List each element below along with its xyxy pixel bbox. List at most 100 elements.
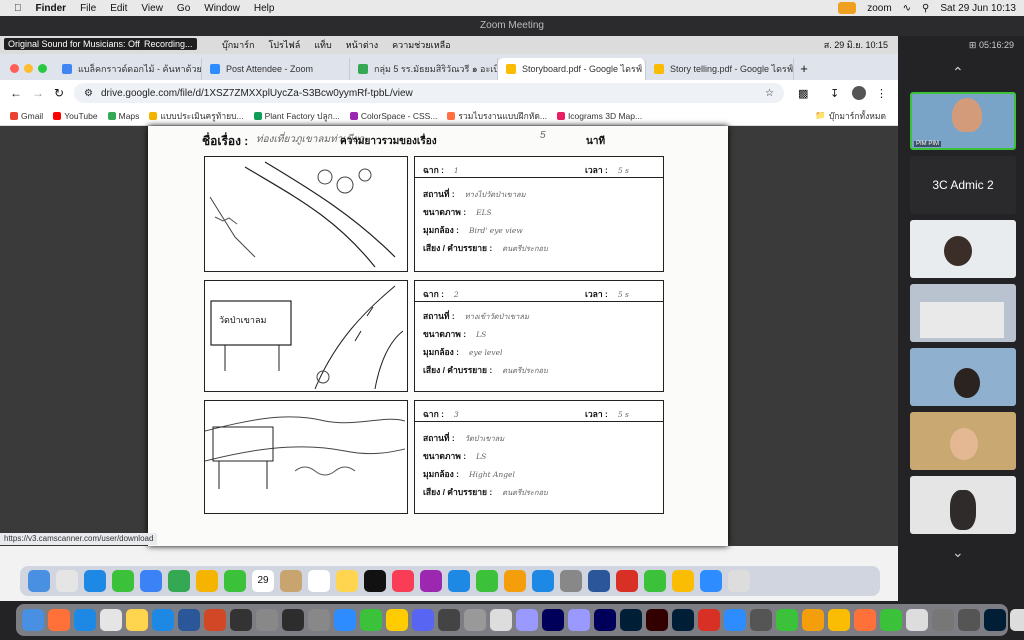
launchpad-icon[interactable] [100, 609, 122, 631]
original-sound-toggle[interactable]: Original Sound for Musicians: Off [4, 38, 144, 50]
participant-tile[interactable] [910, 220, 1016, 278]
capture-icon[interactable] [802, 609, 824, 631]
app-store-icon[interactable] [152, 609, 174, 631]
lightroom-icon[interactable] [672, 609, 694, 631]
wifi-icon[interactable]: ∿ [903, 3, 911, 14]
menu-view[interactable]: View [141, 3, 163, 14]
participant-tile[interactable]: PIM PIM [910, 92, 1016, 150]
bookmark-item[interactable]: รวมไบรงานแบบฝึกหัด... [447, 109, 547, 123]
menu-app-name[interactable]: Finder [36, 3, 67, 14]
settings-icon[interactable] [438, 609, 460, 631]
browser-tab[interactable]: แบล็คกราวด์ดอกไม้ - ค้นหาด้วย [54, 58, 202, 80]
menu-window[interactable]: Window [204, 3, 240, 14]
participant-tile[interactable] [910, 412, 1016, 470]
download-icon[interactable]: ↧ [830, 87, 839, 100]
utility-icon[interactable] [464, 609, 486, 631]
word-icon[interactable] [178, 609, 200, 631]
all-bookmarks[interactable]: 📁 บุ๊กมาร์กทั้งหมด [815, 109, 886, 123]
address-bar[interactable]: ⚙ drive.google.com/file/d/1XSZ7ZMXXplUyc… [74, 83, 784, 103]
search-icon[interactable]: ⚲ [922, 3, 929, 14]
zoom-icon[interactable] [334, 609, 356, 631]
browser-tab[interactable]: Story telling.pdf - Google ไดรฟ์ [646, 58, 794, 80]
participant-tile[interactable]: 3C Admic 2 [910, 156, 1016, 214]
bookmark-item[interactable]: Maps [107, 110, 140, 121]
recording-indicator[interactable]: Recording... [140, 38, 197, 50]
bookmark-item[interactable]: แบบประเมินครูท้ายบ... [149, 109, 244, 123]
close-window-button[interactable] [10, 64, 19, 73]
bookmark-item[interactable]: Plant Factory ปลูก... [253, 109, 340, 123]
bookmark-favicon-icon [447, 111, 456, 120]
downloads-icon[interactable] [1010, 609, 1024, 631]
photo-booth-icon[interactable] [308, 609, 330, 631]
illustrator-icon[interactable] [646, 609, 668, 631]
bookmark-item[interactable]: ColorSpace - CSS... [349, 111, 437, 121]
browser-tab[interactable]: Post Attendee - Zoom [202, 58, 350, 80]
photoshop-icon[interactable] [620, 609, 642, 631]
browser-tab[interactable]: กลุ่ม 5 รร.มัธยมสิริวัณวรี ๑ อะเบิด [350, 58, 498, 80]
vlc-icon[interactable] [854, 609, 876, 631]
screenshot-icon[interactable] [932, 609, 954, 631]
menu-help[interactable]: Help [254, 3, 275, 14]
extensions-icon[interactable]: ▩ [798, 87, 808, 100]
bookmark-label: รวมไบรงานแบบฝึกหัด... [458, 110, 547, 121]
zoom-recording-icon[interactable] [838, 2, 857, 14]
vectorworks-icon[interactable] [750, 609, 772, 631]
firefox-icon[interactable] [48, 609, 70, 631]
notes-icon[interactable] [126, 609, 148, 631]
browser-tab-active[interactable]: Storyboard.pdf - Google ไดรฟ์ [498, 58, 646, 80]
discord-icon[interactable] [412, 609, 434, 631]
profile-avatar[interactable] [852, 86, 866, 100]
scene-label: ฉาก : [423, 289, 444, 299]
site-info-icon[interactable]: ⚙ [84, 88, 93, 99]
bookmark-item[interactable]: Icograms 3D Map... [556, 111, 642, 121]
bookmark-favicon-icon [349, 111, 358, 120]
preview-icon[interactable] [256, 609, 278, 631]
messages-icon[interactable] [776, 609, 798, 631]
miro-icon[interactable] [386, 609, 408, 631]
bookmark-item[interactable]: YouTube [53, 111, 98, 121]
camera-icon[interactable] [230, 609, 252, 631]
line-icon[interactable] [880, 609, 902, 631]
audition-icon[interactable] [542, 609, 564, 631]
apple-menu-icon[interactable]:  [14, 3, 22, 14]
zoom-menubar-label[interactable]: zoom [867, 3, 891, 14]
bookmark-label: Maps [118, 110, 140, 121]
chrome-menu-icon[interactable]: ⋮ [876, 87, 887, 100]
menubar-datetime[interactable]: Sat 29 Jun 10:13 [940, 3, 1016, 14]
menu-go[interactable]: Go [177, 3, 190, 14]
display-icon[interactable] [958, 609, 980, 631]
premiere-icon[interactable] [516, 609, 538, 631]
safari-icon[interactable] [74, 609, 96, 631]
obs-icon[interactable] [282, 609, 304, 631]
media-encoder-icon[interactable] [568, 609, 590, 631]
back-icon[interactable]: ← [10, 86, 22, 100]
music-icon[interactable] [490, 609, 512, 631]
minimize-window-button[interactable] [24, 64, 33, 73]
bookmark-item[interactable]: Gmail [10, 111, 43, 121]
forward-icon[interactable]: → [32, 86, 44, 100]
after-effects-icon[interactable] [594, 609, 616, 631]
new-tab-button[interactable]: + [794, 58, 814, 80]
length-value: 5 [540, 130, 546, 141]
participant-tile[interactable] [910, 348, 1016, 406]
music-icon [392, 570, 414, 592]
recording-app-icon[interactable] [698, 609, 720, 631]
reload-icon[interactable]: ↻ [54, 86, 64, 100]
participant-tile[interactable] [910, 284, 1016, 342]
scroll-up-icon[interactable]: ⌃ [952, 64, 964, 81]
participant-tile[interactable] [910, 476, 1016, 534]
scroll-down-icon[interactable]: ⌄ [952, 544, 964, 561]
photoshop-icon[interactable] [984, 609, 1006, 631]
bookmark-star-icon[interactable]: ☆ [765, 88, 774, 99]
teams-icon[interactable] [360, 609, 382, 631]
vpn-icon[interactable] [724, 609, 746, 631]
maximize-window-button[interactable] [38, 64, 47, 73]
chrome-icon[interactable] [828, 609, 850, 631]
finder-icon[interactable] [22, 609, 44, 631]
menu-edit[interactable]: Edit [110, 3, 127, 14]
participant-video [920, 302, 1004, 338]
powerpoint-icon[interactable] [204, 609, 226, 631]
menu-file[interactable]: File [80, 3, 96, 14]
facetime-icon [224, 570, 246, 592]
folder-icon[interactable] [906, 609, 928, 631]
